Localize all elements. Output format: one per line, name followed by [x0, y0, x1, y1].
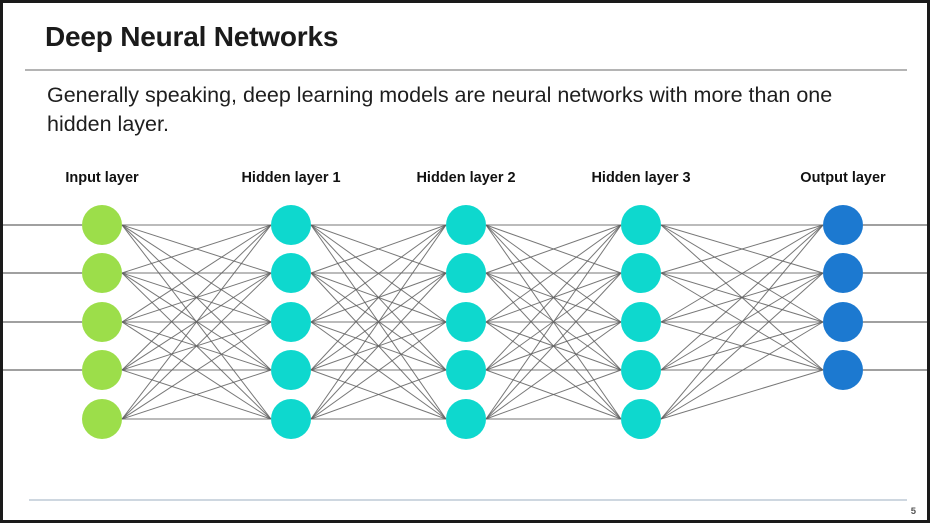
- node-hidden2-4: [446, 350, 486, 390]
- node-output-2: [823, 253, 863, 293]
- node-hidden3-4: [621, 350, 661, 390]
- page-number: 5: [910, 506, 916, 517]
- node-hidden3-5: [621, 399, 661, 439]
- slide: Deep Neural Networks Generally speaking,…: [0, 0, 930, 523]
- node-hidden1-3: [271, 302, 311, 342]
- node-input-3: [82, 302, 122, 342]
- node-hidden2-5: [446, 399, 486, 439]
- slide-subtitle: Generally speaking, deep learning models…: [47, 83, 833, 136]
- node-hidden1-5: [271, 399, 311, 439]
- stub-line-group: [3, 224, 927, 371]
- edge-hidden3-to-output: [660, 369, 824, 420]
- node-hidden3-1: [621, 205, 661, 245]
- node-hidden1-2: [271, 253, 311, 293]
- node-hidden1-1: [271, 205, 311, 245]
- node-hidden2-2: [446, 253, 486, 293]
- neural-network-diagram: Input layer Hidden layer 1 Hidden layer 2H…: [3, 153, 927, 473]
- node-hidden3-3: [621, 302, 661, 342]
- node-input-4: [82, 350, 122, 390]
- node-input-2: [82, 253, 122, 293]
- node-hidden2-1: [446, 205, 486, 245]
- node-output-1: [823, 205, 863, 245]
- network-graphic: [3, 205, 927, 439]
- node-hidden3-2: [621, 253, 661, 293]
- node-input-5: [82, 399, 122, 439]
- node-output-3: [823, 302, 863, 342]
- node-output-4: [823, 350, 863, 390]
- slide-content: Deep Neural Networks Generally speaking,…: [3, 3, 927, 520]
- node-input-1: [82, 205, 122, 245]
- title-divider: [25, 69, 907, 71]
- edge-hidden3-to-output: [660, 272, 824, 420]
- node-hidden1-4: [271, 350, 311, 390]
- page-title: Deep Neural Networks: [45, 21, 339, 52]
- footer-divider: [29, 499, 907, 501]
- node-hidden2-3: [446, 302, 486, 342]
